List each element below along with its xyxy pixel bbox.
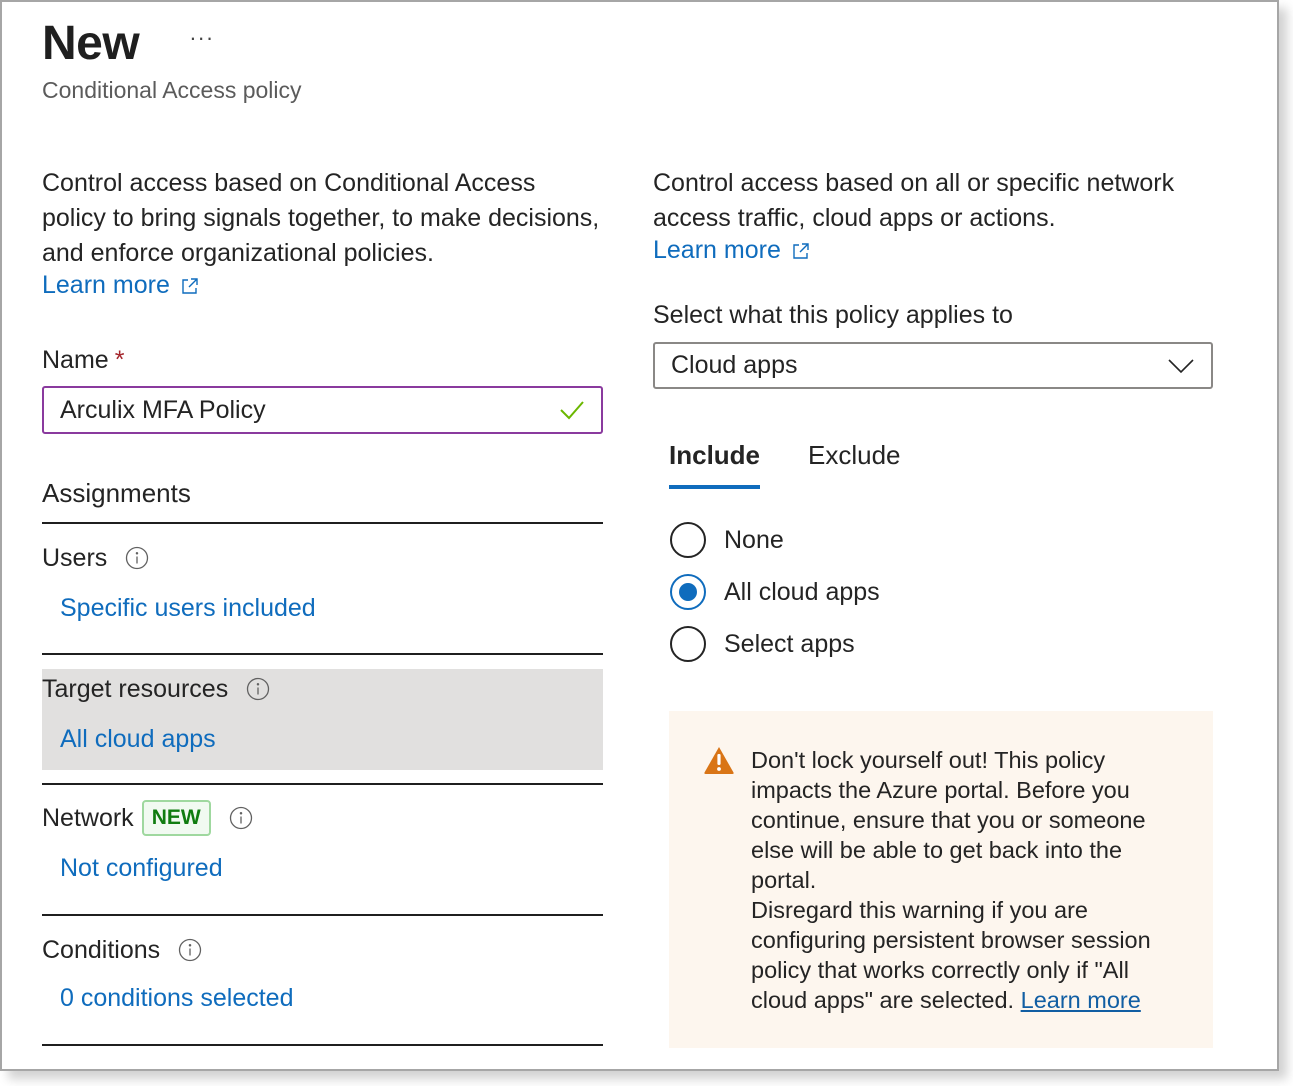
applies-to-label: Select what this policy applies to bbox=[653, 301, 1013, 329]
info-icon[interactable] bbox=[178, 938, 202, 962]
right-description-block: Control access based on all or specific … bbox=[653, 166, 1213, 265]
radio-label: All cloud apps bbox=[724, 577, 880, 606]
cloud-apps-radio-group: None All cloud apps Select apps bbox=[670, 514, 880, 670]
section-conditions[interactable]: Conditions 0 conditions selected bbox=[42, 932, 603, 1032]
radio-label: Select apps bbox=[724, 629, 855, 658]
section-title: Target resources bbox=[42, 671, 603, 707]
section-title-text: Conditions bbox=[42, 935, 161, 964]
learn-more-label: Learn more bbox=[42, 271, 170, 299]
more-options-button[interactable]: ··· bbox=[189, 25, 214, 51]
name-label: Name * bbox=[42, 346, 124, 375]
right-description: Control access based on all or specific … bbox=[653, 169, 1175, 232]
section-users[interactable]: Users Specific users included bbox=[42, 540, 603, 652]
section-title-text: Users bbox=[42, 543, 108, 572]
left-description-block: Control access based on Conditional Acce… bbox=[42, 166, 603, 300]
divider bbox=[42, 653, 603, 655]
policy-panel: New ··· Conditional Access policy Contro… bbox=[0, 0, 1279, 1071]
section-title-text: Network bbox=[42, 803, 134, 832]
page-title: New bbox=[42, 17, 140, 70]
target-resources-value-link[interactable]: All cloud apps bbox=[60, 725, 216, 754]
section-target-resources[interactable]: Target resources All cloud apps bbox=[42, 669, 603, 770]
radio-label: None bbox=[724, 525, 784, 554]
left-description: Control access based on Conditional Acce… bbox=[42, 169, 600, 267]
applies-to-dropdown[interactable]: Cloud apps bbox=[653, 342, 1213, 389]
divider bbox=[42, 783, 603, 785]
tab-include[interactable]: Include bbox=[669, 440, 761, 489]
warning-triangle-icon bbox=[704, 747, 734, 774]
info-icon[interactable] bbox=[246, 677, 270, 701]
info-icon[interactable] bbox=[229, 806, 253, 830]
page-subtitle: Conditional Access policy bbox=[42, 77, 302, 103]
divider bbox=[42, 522, 603, 524]
radio-button[interactable] bbox=[670, 574, 706, 610]
section-network[interactable]: Network NEW Not configured bbox=[42, 800, 603, 900]
conditions-value-link[interactable]: 0 conditions selected bbox=[60, 984, 293, 1013]
info-icon[interactable] bbox=[125, 546, 149, 570]
warning-text-main: Don't lock yourself out! This policy imp… bbox=[751, 747, 1146, 893]
new-badge: NEW bbox=[141, 800, 211, 836]
radio-option-none[interactable]: None bbox=[670, 514, 880, 566]
external-link-icon bbox=[793, 242, 809, 259]
warning-learn-more-link[interactable]: Learn more bbox=[1021, 987, 1141, 1013]
right-learn-more-link[interactable]: Learn more bbox=[653, 236, 811, 265]
name-field[interactable] bbox=[42, 386, 603, 434]
name-input[interactable] bbox=[60, 395, 559, 425]
tab-exclude[interactable]: Exclude bbox=[808, 440, 901, 489]
section-title: Network NEW bbox=[42, 800, 603, 836]
dropdown-selected-value: Cloud apps bbox=[671, 351, 798, 379]
users-value-link[interactable]: Specific users included bbox=[60, 594, 316, 623]
title-row: New ··· bbox=[42, 16, 214, 71]
divider bbox=[42, 1044, 603, 1046]
checkmark-icon bbox=[560, 401, 584, 420]
network-value-link[interactable]: Not configured bbox=[60, 854, 223, 883]
section-title: Conditions bbox=[42, 932, 603, 968]
learn-more-label: Learn more bbox=[653, 236, 781, 264]
radio-button[interactable] bbox=[670, 522, 706, 558]
chevron-down-icon bbox=[1168, 358, 1194, 373]
required-indicator: * bbox=[114, 346, 125, 374]
assignments-heading: Assignments bbox=[42, 478, 191, 508]
radio-option-all-cloud-apps[interactable]: All cloud apps bbox=[670, 566, 880, 618]
radio-option-select-apps[interactable]: Select apps bbox=[670, 618, 880, 670]
lockout-warning: Don't lock yourself out! This policy imp… bbox=[669, 711, 1213, 1048]
section-title: Users bbox=[42, 540, 603, 576]
left-learn-more-link[interactable]: Learn more bbox=[42, 271, 200, 300]
radio-button[interactable] bbox=[670, 626, 706, 662]
divider bbox=[42, 914, 603, 916]
section-title-text: Target resources bbox=[42, 674, 229, 703]
external-link-icon bbox=[182, 277, 198, 294]
warning-text: Don't lock yourself out! This policy imp… bbox=[751, 745, 1171, 1048]
name-label-text: Name bbox=[42, 346, 109, 374]
include-exclude-tabs: Include Exclude bbox=[669, 440, 901, 489]
